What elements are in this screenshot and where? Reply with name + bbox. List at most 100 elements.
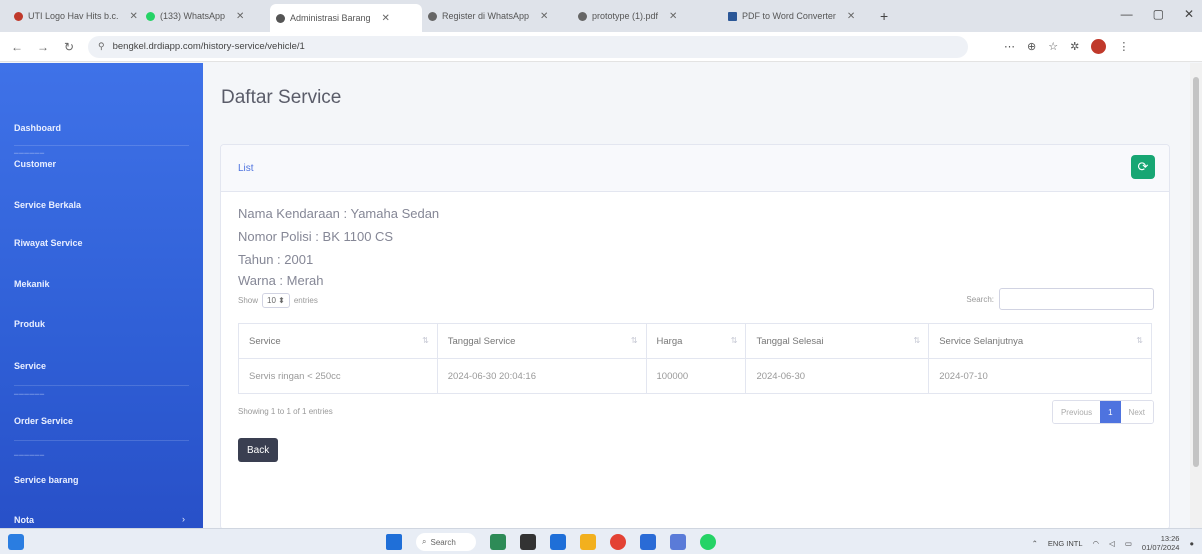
clock-date: 01/07/2024 <box>1141 543 1180 552</box>
tab-close-icon[interactable]: ✕ <box>130 11 138 22</box>
tab-label: PDF to Word Converter <box>742 11 836 21</box>
zoom-icon[interactable]: ⊕ <box>1027 40 1036 53</box>
table-cell: 100000 <box>645 358 747 394</box>
search-input[interactable] <box>999 288 1154 310</box>
table-info: Showing 1 to 1 of 1 entries <box>238 407 333 416</box>
taskbar-search[interactable]: ⌕ Search <box>416 533 476 551</box>
tab-close-icon[interactable]: ✕ <box>540 11 548 22</box>
tab-close-icon[interactable]: ✕ <box>669 11 677 22</box>
sidebar-item-dashboard[interactable]: Dashboard <box>14 123 61 133</box>
browser-extensions: ⋯ ⊕ ☆ ✲ ⋮ <box>1004 39 1129 54</box>
copilot-icon[interactable] <box>490 534 506 550</box>
length-prefix: Show <box>238 296 259 305</box>
sidebar-item-produk[interactable]: Produk <box>14 319 45 329</box>
tab-close-icon[interactable]: ✕ <box>236 11 244 22</box>
sidebar-item-riwayat-service[interactable]: Riwayat Service <box>14 238 83 248</box>
windows-start-icon[interactable] <box>386 534 402 550</box>
column-header-tanggal-selesai[interactable]: Tanggal Selesai ⇅ <box>745 323 930 359</box>
browser-tab[interactable]: Register di WhatsApp ✕ <box>422 4 572 28</box>
column-header-label: Tanggal Service <box>447 335 516 347</box>
sidebar-divider <box>14 440 189 441</box>
column-header-tanggal-service[interactable]: Tanggal Service ⇅ <box>436 323 647 359</box>
search-icon: ⌕ <box>422 537 427 546</box>
pagination: Previous 1 Next <box>1051 400 1154 424</box>
clock[interactable]: 13:26 01/07/2024 <box>1142 534 1180 552</box>
back-button[interactable]: Back <box>238 438 279 462</box>
page-scrollbar[interactable] <box>1190 63 1202 528</box>
widgets-icon[interactable] <box>8 534 24 550</box>
tray-chevron-icon[interactable]: ⌃ <box>1032 539 1038 548</box>
language-indicator[interactable]: ENG INTL <box>1048 539 1083 548</box>
service-list-card: List ⟳ Nama Kendaraan : Yamaha Sedan Nom… <box>220 144 1170 530</box>
puzzle-extension-icon[interactable]: ✲ <box>1070 40 1079 53</box>
minimize-button[interactable]: — <box>1121 7 1133 21</box>
chevron-right-icon[interactable]: › <box>182 514 185 524</box>
chrome-icon[interactable] <box>610 534 626 550</box>
column-header-label: Service Selanjutnya <box>939 335 1024 347</box>
tab-close-icon[interactable]: ✕ <box>847 11 855 22</box>
url-field[interactable]: ⚲ bengkel.drdiapp.com/history-service/ve… <box>88 35 968 58</box>
column-header-service[interactable]: Service ⇅ <box>238 323 438 359</box>
sort-icon: ⇅ <box>913 336 921 345</box>
column-header-label: Tanggal Selesai <box>756 335 824 347</box>
tab-label: Register di WhatsApp <box>442 11 530 21</box>
browser-tab[interactable]: prototype (1).pdf ✕ <box>572 4 722 28</box>
browser-tab-active[interactable]: Administrasi Barang ✕ <box>270 4 422 32</box>
column-header-service-selanjutnya[interactable]: Service Selanjutnya ⇅ <box>928 323 1152 359</box>
file-explorer-icon[interactable] <box>580 534 596 550</box>
tab-favicon-icon <box>276 13 285 23</box>
browser-menu-icon[interactable]: ⋮ <box>1118 40 1129 53</box>
sidebar-item-service-barang[interactable]: Service barang <box>14 475 79 485</box>
pagination-previous[interactable]: Previous <box>1052 401 1101 423</box>
sidebar-item-customer[interactable]: Customer <box>14 159 56 169</box>
browser-tab[interactable]: PDF to Word Converter ✕ <box>722 4 872 28</box>
entries-length-control: Show 10 ⬍ entries <box>238 293 318 308</box>
close-window-button[interactable]: ✕ <box>1184 7 1194 21</box>
table-cell: Servis ringan < 250cc <box>238 358 438 394</box>
sidebar-item-order-service[interactable]: Order Service <box>14 416 73 426</box>
bookmark-star-icon[interactable]: ☆ <box>1048 40 1058 53</box>
site-info-icon[interactable]: ⚲ <box>98 41 105 52</box>
notification-icon[interactable]: ● <box>1189 539 1194 548</box>
whatsapp-icon[interactable] <box>700 534 716 550</box>
sort-icon: ⇅ <box>730 336 738 345</box>
extension-icon[interactable]: ⋯ <box>1004 40 1015 53</box>
task-view-icon[interactable] <box>520 534 536 550</box>
refresh-button[interactable]: ⟳ <box>1131 155 1155 179</box>
pagination-next[interactable]: Next <box>1120 401 1153 423</box>
taskbar-apps: ⌕ Search <box>386 533 716 551</box>
card-title: List <box>238 163 254 174</box>
pagination-page-1[interactable]: 1 <box>1100 401 1121 423</box>
sidebar-item-service[interactable]: Service <box>14 361 46 371</box>
reload-icon[interactable]: ↻ <box>62 40 76 54</box>
sidebar-item-service-berkala[interactable]: Service Berkala <box>14 200 81 210</box>
wifi-icon[interactable]: ◠ <box>1093 539 1100 548</box>
battery-icon[interactable]: ▭ <box>1125 539 1132 548</box>
browser-tab[interactable]: UTI Logo Hav Hits b.c. ✕ <box>8 4 140 28</box>
card-header: List ⟳ <box>221 145 1169 192</box>
profile-avatar[interactable] <box>1091 39 1107 54</box>
sidebar-item-mekanik[interactable]: Mekanik <box>14 279 50 289</box>
entries-select[interactable]: 10 ⬍ <box>262 293 290 308</box>
column-header-harga[interactable]: Harga ⇅ <box>645 323 747 359</box>
sidebar-item-nota[interactable]: Nota <box>14 515 34 525</box>
table-row: Servis ringan < 250cc 2024-06-30 20:04:1… <box>238 358 1152 394</box>
edge-icon[interactable] <box>550 534 566 550</box>
tab-close-icon[interactable]: ✕ <box>382 13 390 24</box>
store-icon[interactable] <box>670 534 686 550</box>
tab-label: (133) WhatsApp <box>160 11 226 21</box>
maximize-button[interactable]: ▢ <box>1153 7 1164 21</box>
back-arrow-icon[interactable]: ← <box>10 40 24 54</box>
search-label: Search: <box>966 294 994 304</box>
new-tab-button[interactable]: + <box>872 8 896 24</box>
sidebar-divider <box>14 385 189 386</box>
browser-tab-strip: UTI Logo Hav Hits b.c. ✕ (133) WhatsApp … <box>0 0 1202 32</box>
sidebar-heading: ────── <box>14 150 45 157</box>
mail-icon[interactable] <box>640 534 656 550</box>
sidebar-divider <box>14 145 189 146</box>
forward-arrow-icon[interactable]: → <box>36 40 50 54</box>
entries-select-value: 10 <box>267 296 276 305</box>
browser-tab[interactable]: (133) WhatsApp ✕ <box>140 4 270 28</box>
volume-icon[interactable]: ◁ <box>1109 539 1115 548</box>
scrollbar-thumb[interactable] <box>1193 77 1199 467</box>
